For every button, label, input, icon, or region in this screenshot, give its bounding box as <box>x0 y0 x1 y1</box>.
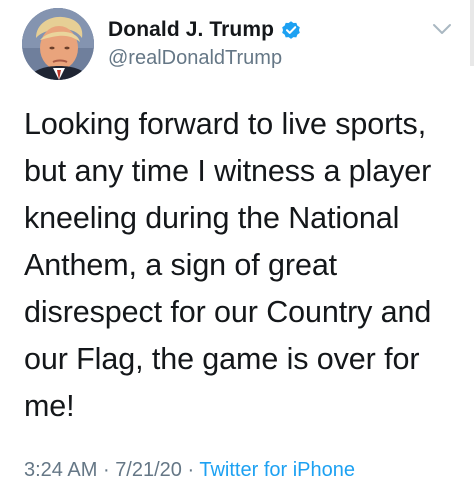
tweet-card: Donald J. Trump @realDonaldTrump Looking… <box>0 0 474 500</box>
author-name-row: Donald J. Trump <box>108 16 302 44</box>
profile-photo-icon <box>22 8 94 80</box>
tweet-text: Looking forward to live sports, but any … <box>24 107 432 423</box>
scrollbar[interactable] <box>470 0 474 66</box>
tweet-metadata: 3:24 AM · 7/21/20 · Twitter for iPhone <box>24 459 355 482</box>
meta-separator: · <box>102 459 110 481</box>
avatar[interactable] <box>22 8 94 80</box>
tweet-source-link[interactable]: Twitter for iPhone <box>199 459 355 481</box>
author-display-name[interactable]: Donald J. Trump <box>108 18 274 42</box>
tweet-date[interactable]: 7/21/20 <box>115 459 182 481</box>
tweet-time[interactable]: 3:24 AM <box>24 459 97 481</box>
meta-separator: · <box>187 459 195 481</box>
verified-badge-icon <box>280 19 302 41</box>
author-handle[interactable]: @realDonaldTrump <box>108 47 282 70</box>
chevron-down-icon[interactable] <box>432 22 452 36</box>
